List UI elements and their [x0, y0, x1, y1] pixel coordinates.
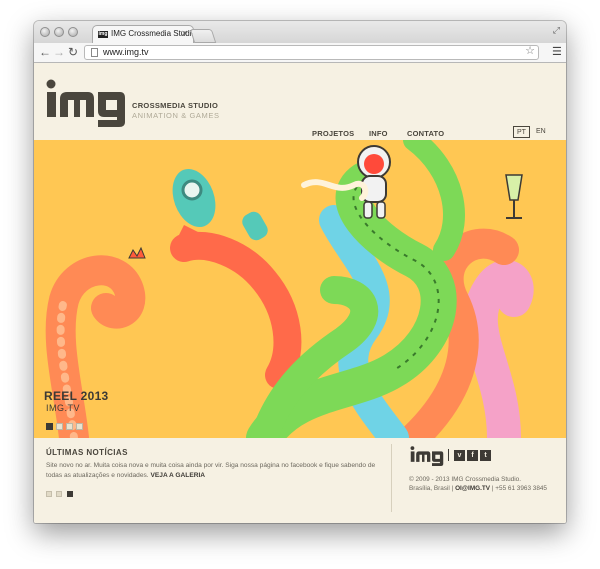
lang-en[interactable]: EN [536, 126, 546, 138]
location: Brasília, Brasil | [409, 485, 454, 492]
browser-tab[interactable]: img IMG Crossmedia Studio ✕ [92, 25, 196, 43]
svg-text:img: img [46, 79, 48, 80]
menu-icon[interactable]: ☰ [552, 45, 562, 59]
img-logo[interactable]: img [46, 79, 126, 127]
news-heading: ÚLTIMAS NOTÍCIAS [46, 448, 128, 457]
copyright-line: © 2009 - 2013 IMG Crossmedia Studio. [409, 476, 521, 483]
nav-contato[interactable]: CONTATO [407, 129, 444, 138]
url-text[interactable]: www.img.tv [103, 46, 149, 59]
nav-info[interactable]: INFO [369, 129, 388, 138]
minimize-window-icon[interactable] [54, 27, 64, 37]
reload-icon[interactable]: ↻ [68, 45, 78, 59]
close-window-icon[interactable] [40, 27, 50, 37]
tumblr-icon[interactable]: t [480, 450, 491, 461]
phone: | +55 61 3963 3845 [491, 485, 547, 492]
tab-close-icon[interactable]: ✕ [181, 26, 188, 42]
web-page: img CROSSMEDIA STUDIO ANIMATION & GAMES … [34, 63, 566, 523]
slide-dot-2[interactable] [56, 423, 63, 430]
news-dot-1[interactable] [46, 491, 52, 497]
slide-dot-4[interactable] [76, 423, 83, 430]
news-body: Site novo no ar. Muita coisa nova e muit… [46, 461, 376, 481]
browser-window: img IMG Crossmedia Studio ✕ ⤢ ← → ↻ www.… [34, 21, 566, 523]
footer: ÚLTIMAS NOTÍCIAS Site novo no ar. Muita … [34, 438, 566, 523]
news-dot-3[interactable] [67, 491, 73, 497]
news-dot-2[interactable] [56, 491, 62, 497]
footer-divider [391, 444, 392, 512]
hero-illustration [45, 140, 534, 438]
back-icon[interactable]: ← [39, 45, 51, 59]
facebook-icon[interactable]: f [467, 450, 478, 461]
logo-separator [448, 449, 449, 461]
vimeo-icon[interactable]: v [454, 450, 465, 461]
copyright: © 2009 - 2013 IMG Crossmedia Studio. Bra… [409, 475, 559, 493]
new-tab-button[interactable] [189, 29, 217, 43]
contact-line: Brasília, Brasil | OI@IMG.TV | +55 61 39… [409, 484, 559, 493]
slide-dot-1[interactable] [46, 423, 53, 430]
browser-toolbar: ← → ↻ www.img.tv ☆ ☰ [34, 43, 566, 63]
email-link[interactable]: OI@IMG.TV [455, 485, 490, 492]
title-bar: img IMG Crossmedia Studio ✕ ⤢ [34, 21, 566, 43]
brand-block: CROSSMEDIA STUDIO ANIMATION & GAMES [132, 101, 220, 121]
news-text: Site novo no ar. Muita coisa nova e muit… [46, 462, 376, 479]
zoom-window-icon[interactable] [68, 27, 78, 37]
fullscreen-icon[interactable]: ⤢ [553, 25, 560, 36]
page-icon [91, 48, 98, 57]
reel-subtitle[interactable]: IMG.TV [46, 403, 80, 413]
gallery-link[interactable]: VEJA A GALERIA [150, 472, 205, 479]
address-bar[interactable]: www.img.tv ☆ [84, 45, 539, 60]
brand-subtitle: ANIMATION & GAMES [132, 111, 220, 120]
hero-banner[interactable]: REEL 2013 IMG.TV [34, 140, 566, 438]
slide-dot-3[interactable] [66, 423, 73, 430]
favicon-icon: img [98, 31, 108, 38]
forward-icon[interactable]: → [53, 45, 65, 59]
footer-img-logo[interactable]: img [409, 446, 445, 466]
brand-title: CROSSMEDIA STUDIO [132, 101, 219, 110]
lang-pt[interactable]: PT [513, 126, 530, 138]
bookmark-star-icon[interactable]: ☆ [525, 45, 535, 58]
reel-title[interactable]: REEL 2013 [44, 389, 109, 403]
nav-projetos[interactable]: PROJETOS [312, 129, 354, 138]
